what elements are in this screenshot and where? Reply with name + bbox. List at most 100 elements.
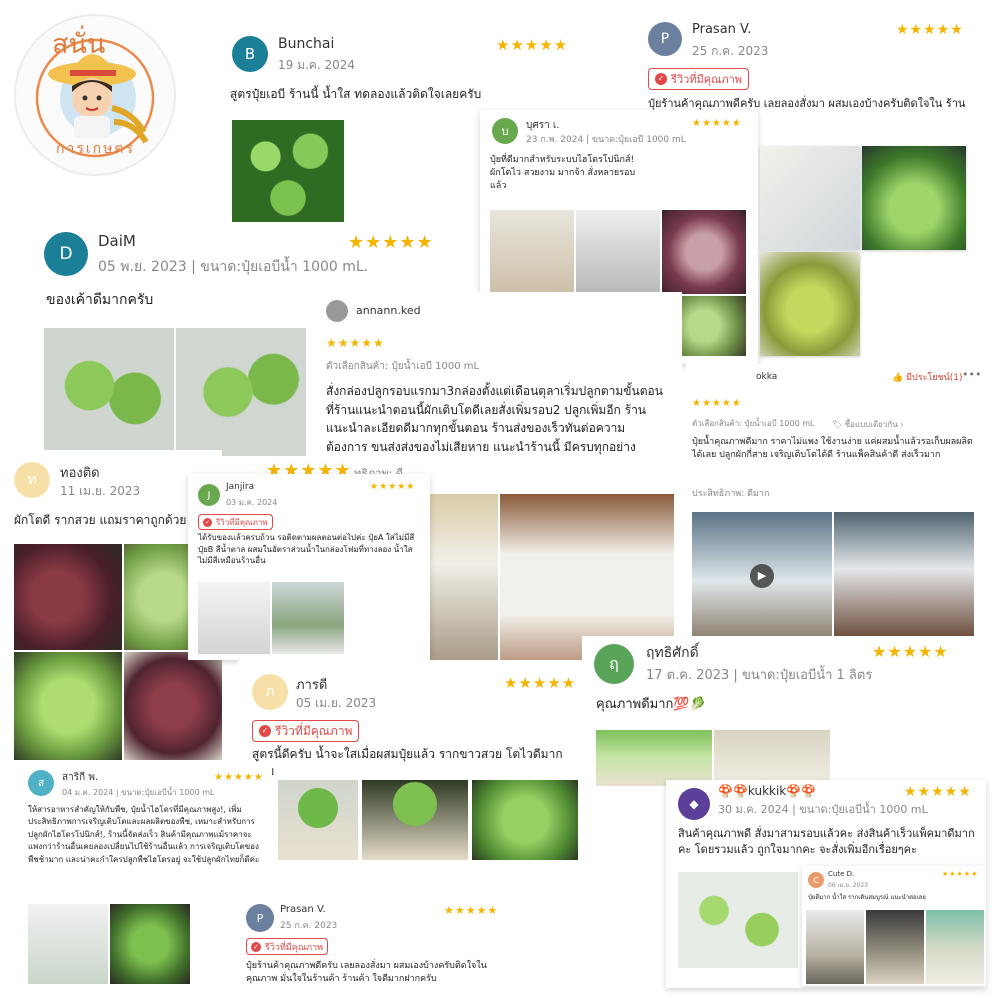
review-photo[interactable] [834,512,974,638]
review-photo[interactable] [362,780,468,860]
avatar: ภ [252,674,288,710]
avatar: P [648,22,682,56]
review-card-janjira: J Janjira 03 ม.ค. 2024 ★★★★★ ✓ รีวิวที่ม… [188,474,430,660]
avatar: บ [492,118,518,144]
more-options-icon[interactable]: ••• [962,368,981,381]
reviewer-name: DaiM [98,232,136,250]
review-photo[interactable] [472,780,578,860]
review-photo[interactable] [576,210,660,294]
quality-badge-label: รีวิวที่มีคุณภาพ [275,723,353,738]
review-photo[interactable] [662,210,746,294]
logo-top-text: สนั่น [52,29,106,60]
similar-items-link[interactable]: 🏷 ซื้อแบบเดียวกัน › [832,418,903,431]
reviewer-name: Prasan V. [280,904,326,915]
chevron-right-icon: › [900,420,904,429]
star-rating: ★★★★★ [348,232,434,253]
avatar: J [198,484,220,506]
review-photo[interactable] [278,780,358,860]
reviewer-name: ทองติด [60,466,100,481]
star-rating: ★★★★★ [496,36,569,54]
review-photo[interactable] [760,146,860,250]
review-photo[interactable] [760,252,860,356]
avatar [326,300,348,322]
shop-logo: สนั่น การเกษตร [12,12,178,178]
review-photo[interactable] [110,904,190,984]
avatar: ส [28,770,54,796]
review-date: 04 ม.ค. 2024 | ขนาด:ปุ๋ยเอบีน้ำ 1000 mL [62,788,215,797]
review-photo[interactable] [176,328,306,456]
helpful-label: มีประโยชน์(1) [906,373,963,383]
reviewer-name: 🍄🍄kukkik🍄🍄 [718,784,817,798]
review-date: 23 ก.พ. 2024 | ขนาด:ปุ๋ยเอบี 1000 mL [526,135,686,145]
review-text: สินค้าคุณภาพดี สั่งมาสามรอบแล้วคะ ส่งสิน… [678,827,975,856]
avatar: B [232,36,268,72]
logo-bottom-text: การเกษตร [56,141,135,157]
star-rating: ★★★★★ [692,118,742,129]
review-photo[interactable] [596,730,712,786]
star-rating: ★★★★★ [896,22,964,38]
review-photo[interactable] [490,210,574,294]
thumbs-up-icon: 👍 [892,373,904,383]
review-photo[interactable] [28,904,108,984]
reviewer-name: annann.ked [356,304,421,317]
avatar: ◆ [678,788,710,820]
play-icon[interactable]: ▶ [750,564,774,588]
review-card-kukkik: ◆ 🍄🍄kukkik🍄🍄 30 ม.ค. 2024 | ขนาด:ปุ๋ยเอบ… [666,780,986,988]
review-photo[interactable] [198,582,270,654]
reviewer-name: ฤทธิศักดิ์ [646,645,699,661]
quality-badge-label: รีวิวที่มีคุณภาพ [216,517,268,527]
review-card-annann: annann.ked ★★★★★ ตัวเลือกสินค้า: ปุ๋ยน้ำ… [318,292,682,492]
review-card-rittisak: ฤ ฤทธิศักดิ์ 17 ต.ค. 2023 | ขนาด:ปุ๋ยเอบ… [582,636,974,786]
review-date: 25 ก.ค. 2023 [280,921,338,931]
review-photo[interactable] [14,652,122,760]
review-photo[interactable] [862,146,966,250]
review-photo[interactable] [678,872,798,968]
reviewer-name: okka [756,372,778,382]
review-card-sariki: ส สาริกี พ. 04 ม.ค. 2024 | ขนาด:ปุ๋ยเอบี… [20,764,272,990]
review-text: ปุ๋ยดีมาก น้ำใส รากเดินสมบูรณ์ แนะนำต่อเ… [808,894,926,901]
review-date: 30 ม.ค. 2024 | ขนาด:ปุ๋ยเอบีน้ำ 1000 mL [718,803,928,816]
check-icon: ✓ [655,73,667,85]
review-text: ให้สารอาหารสำคัญให้กับพืช, ปุ๋ยน้ำไฮโดรท… [28,805,260,864]
review-photo[interactable] [44,328,174,456]
review-text: สั่งกล่องปลูกรอบแรกมา3กล่องตั้งแต่เดือนต… [326,384,663,454]
review-text: สูตรนี้ดีครับ น้ำจะใสเมื่อผสมปุ๋ยแล้ว รา… [252,747,563,778]
review-photo[interactable] [926,910,984,984]
effect-rating: ประสิทธิภาพ: ดีมาก [692,489,770,499]
review-photo[interactable] [866,910,924,984]
star-rating: ★★★★★ [942,870,979,878]
quality-badge: ✓ รีวิวที่มีคุณภาพ [246,938,329,955]
avatar: C [808,872,824,888]
quality-badge: ✓ รีวิวที่มีคุณภาพ [198,514,273,530]
star-rating: ★★★★★ [692,398,742,409]
reviewer-name: ภารดี [296,678,328,693]
reviewer-name: Cute D. [828,870,855,878]
review-date: 05 เม.ย. 2023 [296,696,377,710]
review-photo[interactable] [14,544,122,650]
review-date: 25 ก.ค. 2023 [692,44,769,58]
reviewer-name: Prasan V. [692,22,752,37]
review-photo[interactable] [232,120,344,224]
review-text: ปุ๋ยร้านค้าคุณภาพดีครับ เลยลองสั่งมา ผสม… [246,961,487,985]
helpful-button[interactable]: 👍 มีประโยชน์(1) [892,370,963,384]
review-text: ผักโตดี รากสวย แถมราคาถูกด้วย [14,513,187,527]
review-photo[interactable] [124,652,222,760]
similar-items-label: ซื้อแบบเดียวกัน [844,420,898,429]
check-icon: ✓ [251,941,261,952]
quality-badge: ✓ รีวิวที่มีคุณภาพ [648,68,750,90]
product-option: ตัวเลือกสินค้า: ปุ๋ยน้ำเอบี 1000 mL [692,419,815,428]
review-date: 17 ต.ค. 2023 | ขนาด:ปุ๋ยเอบีน้ำ 1 ลิตร [646,668,873,683]
reviewer-name: สาริกี พ. [62,772,99,783]
review-photo[interactable] [430,494,498,666]
reviewer-name: Janjira [226,482,255,492]
quality-badge-label: รีวิวที่มีคุณภาพ [265,942,324,953]
review-video[interactable]: ▶ [692,512,832,638]
reviewer-name: บุศรา เ. [526,120,560,131]
avatar: ฤ [594,644,634,684]
review-photo[interactable] [272,582,344,654]
review-photo[interactable] [806,910,864,984]
quality-badge: ✓ รีวิวที่มีคุณภาพ [252,720,360,742]
review-photo[interactable] [714,730,830,786]
review-text: คุณภาพดีมาก💯🥬 [596,697,706,712]
review-text: ได้รับของแล้วครบถ้วน รอติดตามผลตอนต่อไปค… [198,533,415,566]
